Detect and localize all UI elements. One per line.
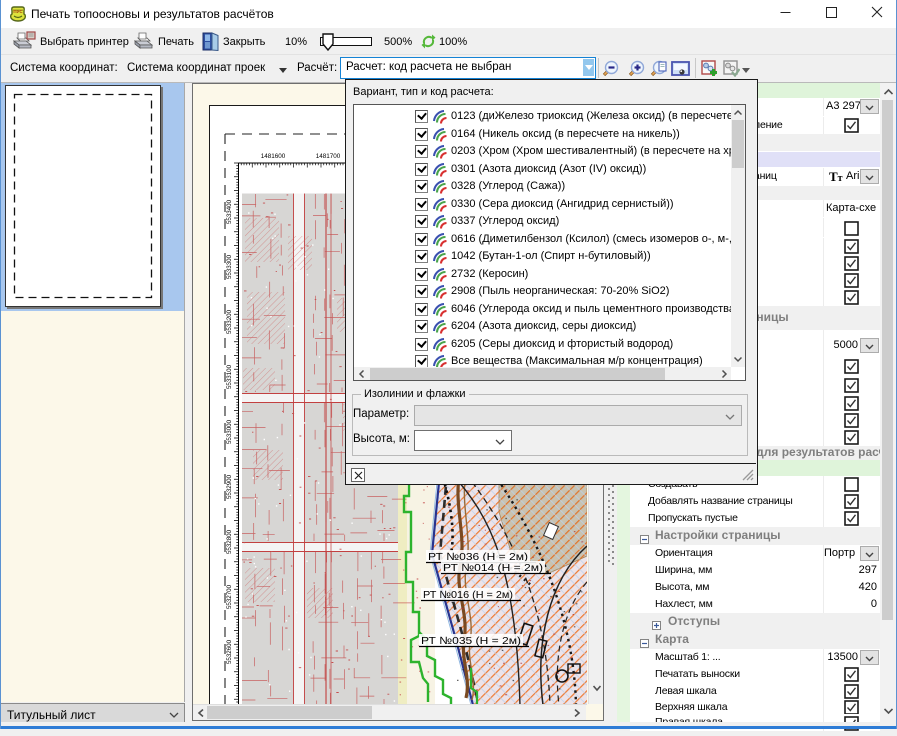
svg-text:5532900: 5532900 [226,474,233,499]
svg-text:5532800: 5532800 [226,529,233,554]
svg-text:5533200: 5533200 [226,309,233,334]
svg-text:1481700: 1481700 [316,153,341,160]
svg-text:5532600: 5532600 [226,639,233,664]
svg-text:РТ №016 (Н = 2м): РТ №016 (Н = 2м) [423,589,513,601]
svg-text:5533100: 5533100 [226,364,233,389]
svg-text:РТ №014 (Н = 2м): РТ №014 (Н = 2м) [443,562,543,574]
svg-text:5533000: 5533000 [226,419,233,444]
svg-text:1481600: 1481600 [261,153,286,160]
svg-text:РТ №035 (Н = 2м): РТ №035 (Н = 2м) [421,635,521,647]
svg-text:5533300: 5533300 [226,254,233,279]
svg-text:ПУС: ПУС [13,9,23,14]
svg-text:5533400: 5533400 [226,199,233,224]
svg-text:5532700: 5532700 [226,584,233,609]
